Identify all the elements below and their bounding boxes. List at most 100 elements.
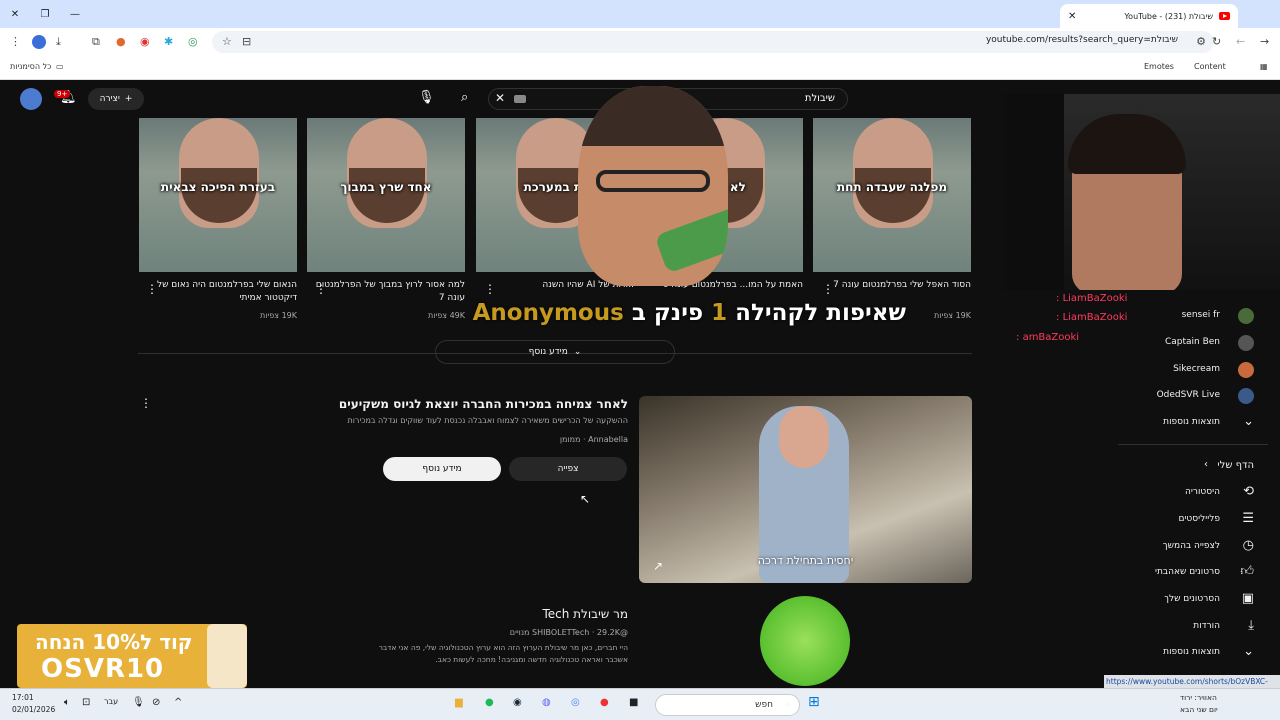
short-title[interactable]: הנאום שלי בפרלמנטום היה נאום של דיקטטור … bbox=[139, 279, 297, 305]
external-link-icon[interactable]: ↗ bbox=[653, 559, 663, 573]
extension-b-icon[interactable]: ◉ bbox=[140, 35, 150, 48]
short-caption: אחד שרץ במבוך bbox=[340, 180, 432, 194]
steam-icon[interactable]: ◉ bbox=[513, 697, 522, 708]
sidebar-item-watch-later[interactable]: לצפייה בהמשך bbox=[1163, 541, 1220, 551]
site-settings-icon[interactable]: ⚙ bbox=[1196, 35, 1206, 48]
show-more-subscriptions[interactable]: תוצאות נוספות bbox=[1163, 417, 1220, 427]
show-more-you[interactable]: תוצאות נוספות bbox=[1163, 647, 1220, 657]
search-icon[interactable]: ⌕ bbox=[461, 90, 468, 105]
taskbar-search[interactable]: ⌕ חפש bbox=[655, 694, 800, 716]
ad-more-info-button[interactable]: מידע נוסף bbox=[383, 457, 501, 481]
url-text[interactable]: youtube.com/results?search_query=שיבולת bbox=[986, 35, 1178, 45]
ad-title[interactable]: לאחר צמיחה במכירות החברה יוצאת לגיוס משק… bbox=[339, 397, 628, 411]
subscription-avatar[interactable] bbox=[1238, 388, 1254, 404]
windows-start-icon[interactable]: ⊞ bbox=[808, 694, 820, 710]
language-indicator[interactable]: עבר bbox=[104, 697, 118, 706]
you-section-header[interactable]: הדף שלי bbox=[1217, 460, 1254, 471]
chat-message: LiamBaZooki : bbox=[1056, 312, 1128, 323]
subscription-item[interactable]: sensei fr bbox=[1182, 310, 1220, 320]
close-window-icon[interactable]: ✕ bbox=[0, 0, 30, 28]
file-explorer-icon[interactable]: ▆ bbox=[455, 697, 463, 708]
weather-status[interactable]: האוויר: ירוד bbox=[1180, 693, 1217, 702]
chat-message: LiamBaZooki : bbox=[1056, 293, 1128, 304]
streamer-cartoon-avatar bbox=[578, 86, 728, 286]
bookmark-emotes[interactable]: Emotes bbox=[1144, 62, 1174, 71]
ad-thumbnail[interactable]: יחסית בתחילת דרכה ↗ bbox=[639, 396, 972, 583]
chevron-down-icon[interactable]: ⌄ bbox=[1243, 414, 1254, 429]
download-icon[interactable]: ⤓ bbox=[56, 35, 61, 49]
channel-meta: @SHIBOLETTech · 29.2K מנויים bbox=[509, 628, 628, 637]
back-icon[interactable]: → bbox=[1260, 35, 1269, 48]
minimize-window-icon[interactable]: — bbox=[60, 0, 90, 28]
account-avatar[interactable] bbox=[20, 88, 42, 110]
subscription-avatar[interactable] bbox=[1238, 308, 1254, 324]
sidebar-item-history[interactable]: היסטוריה bbox=[1185, 487, 1220, 497]
sidebar-item-your-videos[interactable]: הסרטונים שלך bbox=[1164, 594, 1220, 604]
more-options-icon[interactable]: ⋮ bbox=[822, 282, 834, 296]
tab-youtube[interactable]: ✕ YouTube - (231) שיבולת bbox=[1060, 4, 1238, 28]
subscription-avatar[interactable] bbox=[1238, 335, 1254, 351]
short-thumbnail[interactable]: אחד שרץ במבוך bbox=[307, 118, 465, 272]
sidebar-item-liked[interactable]: סרטונים שאהבתי bbox=[1155, 567, 1220, 577]
short-caption: מפלגה שעבדה תחת bbox=[836, 180, 948, 194]
short-title[interactable]: למה אסור לרוץ במבוך של הפרלמנטום עונה 7 bbox=[307, 279, 465, 305]
short-thumbnail[interactable]: מפלגה שעבדה תחת bbox=[813, 118, 971, 272]
more-options-icon[interactable]: ⋮ bbox=[146, 282, 158, 296]
app-icon[interactable]: ● bbox=[600, 697, 609, 708]
reload-icon[interactable]: ↻ bbox=[1212, 35, 1221, 48]
mic-tray-icon[interactable]: 🎙︎ bbox=[132, 697, 145, 708]
restore-window-icon[interactable]: ❐ bbox=[30, 0, 60, 28]
subscription-item[interactable]: Sikecream bbox=[1173, 364, 1220, 374]
sidebar-item-playlists[interactable]: פלייליסטים bbox=[1178, 514, 1220, 524]
menu-icon[interactable]: ⋮ bbox=[10, 35, 21, 48]
app-window-icon[interactable]: ■ bbox=[629, 697, 638, 708]
sidebar-item-downloads[interactable]: הורדות bbox=[1193, 621, 1220, 631]
network-icon[interactable]: ⊡ bbox=[82, 697, 90, 708]
ad-options-icon[interactable]: ⋮ bbox=[140, 396, 152, 410]
money-roll-icon bbox=[654, 198, 728, 274]
microphone-icon[interactable]: 🎙︎ bbox=[418, 90, 435, 105]
clock-date[interactable]: 02/01/2026 bbox=[12, 705, 55, 714]
profile-icon[interactable] bbox=[32, 35, 46, 49]
keyboard-icon[interactable] bbox=[514, 95, 526, 103]
cartoon-glasses bbox=[596, 170, 710, 192]
subscription-avatar[interactable] bbox=[1238, 362, 1254, 378]
more-options-icon[interactable]: ⋮ bbox=[315, 282, 327, 296]
show-more-button[interactable]: מידע נוסף ⌄ bbox=[435, 340, 675, 364]
channel-name[interactable]: מר שיבולת Tech bbox=[542, 607, 628, 621]
clock-time[interactable]: 17:01 bbox=[12, 693, 34, 702]
discord-icon[interactable]: ◍ bbox=[542, 697, 551, 708]
watch-button[interactable]: צפייה bbox=[509, 457, 627, 481]
more-options-icon[interactable]: ⋮ bbox=[484, 282, 496, 296]
tray-expand-icon[interactable]: ^ bbox=[174, 697, 182, 708]
extensions-icon[interactable]: ⧉ bbox=[92, 35, 100, 49]
extension-d-icon[interactable]: ◎ bbox=[188, 35, 198, 48]
cast-icon[interactable]: ⊟ bbox=[242, 35, 251, 48]
subscription-item[interactable]: Captain Ben bbox=[1165, 337, 1220, 347]
subscription-item[interactable]: OdedSVR Live bbox=[1157, 390, 1220, 400]
chrome-icon[interactable]: ◎ bbox=[571, 697, 580, 708]
mouse-cursor-icon: ↖ bbox=[580, 492, 591, 506]
promo-code-overlay: קוד ל10% הנחה OSVR10 bbox=[17, 624, 247, 688]
spotify-icon[interactable]: ● bbox=[485, 697, 494, 708]
tray-app-icon[interactable]: ⊘ bbox=[152, 697, 160, 708]
forward-icon[interactable]: ← bbox=[1236, 35, 1245, 48]
address-bar[interactable]: ☆ ⊟ youtube.com/results?search_query=שיב… bbox=[212, 31, 1214, 53]
extension-a-icon[interactable]: ● bbox=[116, 35, 126, 48]
extension-c-icon[interactable]: ✱ bbox=[164, 35, 173, 48]
clear-search-icon[interactable]: ✕ bbox=[495, 91, 505, 105]
short-title[interactable]: הסוד האפל שלי בפרלמנטום עונה 7 bbox=[813, 279, 971, 292]
channel-avatar[interactable] bbox=[760, 596, 850, 686]
close-tab-icon[interactable]: ✕ bbox=[1068, 11, 1076, 22]
volume-icon[interactable]: 🔈︎ bbox=[64, 697, 70, 708]
chevron-down-icon[interactable]: ⌄ bbox=[1243, 644, 1254, 659]
create-button[interactable]: יצירה + bbox=[88, 88, 144, 110]
short-thumbnail[interactable]: בעזרת הפיכה צבאית bbox=[139, 118, 297, 272]
playlist-icon: ☰ bbox=[1242, 511, 1254, 526]
bookmark-content[interactable]: Content bbox=[1194, 62, 1226, 71]
notification-count: 9+ bbox=[54, 90, 71, 98]
banner-prefix: פינק ב bbox=[631, 300, 704, 326]
apps-grid-icon[interactable]: ▦ bbox=[1260, 62, 1268, 71]
bookmark-star-icon[interactable]: ☆ bbox=[222, 35, 232, 48]
all-bookmarks-link[interactable]: כל הסימניות bbox=[10, 62, 51, 71]
